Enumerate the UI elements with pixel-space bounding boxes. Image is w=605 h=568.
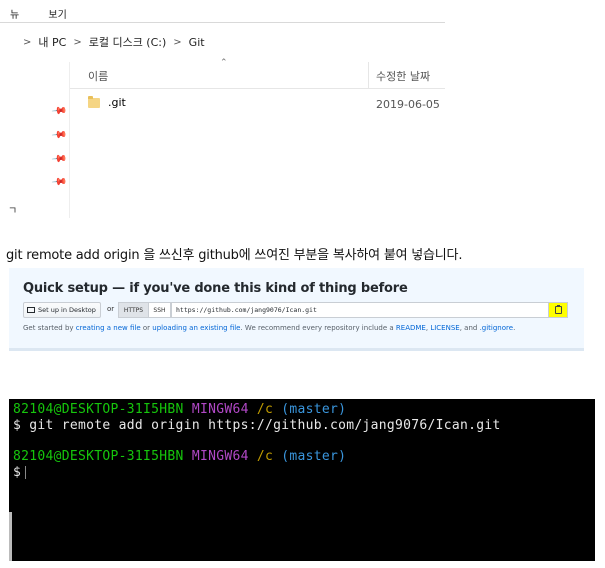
hint-text: Get started by <box>23 324 76 332</box>
quick-setup-hint: Get started by creating a new file or up… <box>23 324 515 332</box>
copy-to-clipboard-button[interactable] <box>548 302 568 318</box>
prompt-path: /c <box>256 449 274 464</box>
terminal-prompt-line: 82104@DESKTOP-31I5HBN MINGW64 /c (master… <box>13 402 346 417</box>
hint-text: or <box>140 324 153 332</box>
terminal-input-line[interactable]: $ <box>13 465 27 480</box>
explorer-menu-fragment: 뉴 보기 <box>10 6 93 21</box>
prompt-branch: (master) <box>281 402 347 417</box>
quick-setup-title: Quick setup — if you've done this kind o… <box>23 281 408 296</box>
or-text: or <box>107 305 115 313</box>
text-cursor <box>25 466 27 479</box>
prompt-symbol: $ <box>13 418 22 433</box>
prompt-system: MINGW64 <box>191 449 249 464</box>
terminal-window[interactable]: 82104@DESKTOP-31I5HBN MINGW64 /c (master… <box>9 399 595 561</box>
clipboard-icon <box>554 305 562 314</box>
hint-text: . <box>513 324 516 332</box>
left-fragment-text: ㄱ <box>8 206 18 217</box>
chevron-right-icon[interactable]: > <box>73 37 81 48</box>
terminal-prompt-line: 82104@DESKTOP-31I5HBN MINGW64 /c (master… <box>13 449 346 464</box>
prompt-branch: (master) <box>281 449 347 464</box>
chevron-right-icon[interactable]: > <box>173 37 181 48</box>
pin-icon[interactable]: 📌 <box>51 103 68 119</box>
command-text: git remote add origin https://github.com… <box>29 418 501 433</box>
setup-in-desktop-label: Set up in Desktop <box>38 306 96 314</box>
create-new-file-link[interactable]: creating a new file <box>76 324 141 332</box>
readme-link[interactable]: README <box>396 324 426 332</box>
hint-text: . We recommend every repository include … <box>240 324 396 332</box>
upload-file-link[interactable]: uploading an existing file <box>152 324 240 332</box>
prompt-user-host: 82104@DESKTOP-31I5HBN <box>13 402 184 417</box>
column-separator[interactable] <box>368 62 369 88</box>
tab-https[interactable]: HTTPS <box>118 302 149 318</box>
license-link[interactable]: LICENSE <box>430 324 459 332</box>
explorer-divider <box>0 22 445 23</box>
breadcrumb[interactable]: > 내 PC > 로컬 디스크 (C:) > Git <box>16 34 205 50</box>
prompt-user-host: 82104@DESKTOP-31I5HBN <box>13 449 184 464</box>
pin-icon[interactable]: 📌 <box>51 127 68 143</box>
prompt-path: /c <box>256 402 274 417</box>
desktop-icon <box>27 307 35 313</box>
clone-url-row: Set up in Desktop or HTTPS SSH <box>23 302 571 320</box>
terminal-command-line: $ git remote add origin https://github.c… <box>13 418 501 433</box>
clone-url-input[interactable] <box>171 302 549 318</box>
menu-item-fragment[interactable]: 뉴 <box>10 10 19 21</box>
setup-in-desktop-button[interactable]: Set up in Desktop <box>23 302 101 318</box>
pin-icon[interactable]: 📌 <box>51 151 68 167</box>
github-quick-setup: Quick setup — if you've done this kind o… <box>9 268 584 351</box>
prompt-symbol: $ <box>13 465 22 480</box>
prompt-system: MINGW64 <box>191 402 249 417</box>
file-modified-date: 2019-06-05 <box>376 98 440 111</box>
file-name: .git <box>108 96 126 109</box>
sort-up-icon: ⌃ <box>220 58 228 68</box>
tab-ssh[interactable]: SSH <box>149 302 171 318</box>
folder-icon <box>88 95 100 108</box>
terminal-scrollbar[interactable] <box>9 512 12 561</box>
file-row[interactable]: .git <box>88 95 126 109</box>
breadcrumb-git[interactable]: Git <box>189 36 205 49</box>
hint-text: , and <box>459 324 480 332</box>
gitignore-link[interactable]: .gitignore <box>480 324 514 332</box>
breadcrumb-this-pc[interactable]: 내 PC <box>38 34 66 50</box>
instruction-text: git remote add origin 을 쓰신후 github에 쓰여진 … <box>6 248 463 263</box>
breadcrumb-local-disk[interactable]: 로컬 디스크 (C:) <box>89 34 167 50</box>
chevron-right-icon[interactable]: > <box>23 37 31 48</box>
column-header-name[interactable]: 이름 <box>88 68 108 84</box>
file-list-header: ⌃ 이름 수정한 날짜 <box>70 58 445 89</box>
column-header-date[interactable]: 수정한 날짜 <box>376 68 430 84</box>
menu-item-view[interactable]: 보기 <box>48 10 66 21</box>
pin-icon[interactable]: 📌 <box>51 174 68 190</box>
